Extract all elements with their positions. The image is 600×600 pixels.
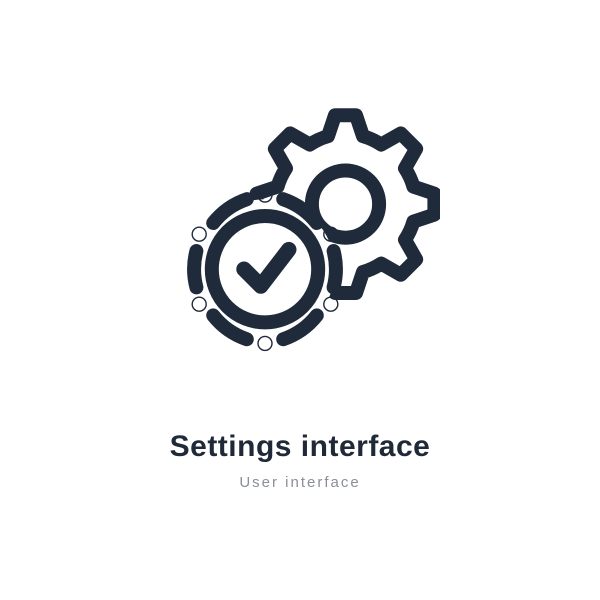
icon-title: Settings interface bbox=[170, 430, 431, 464]
icon-subtitle: User interface bbox=[239, 474, 360, 491]
settings-interface-icon bbox=[160, 90, 440, 370]
